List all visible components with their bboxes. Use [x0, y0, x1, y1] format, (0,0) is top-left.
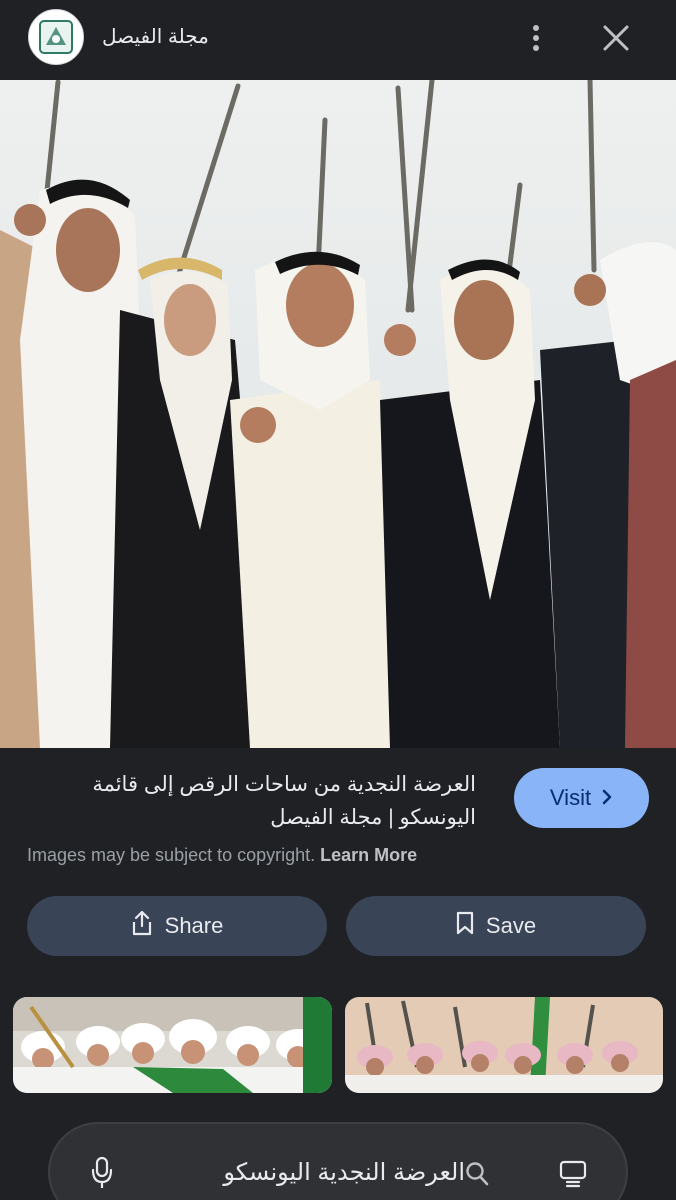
- related-image-2[interactable]: [345, 997, 663, 1093]
- visit-label: Visit: [549, 785, 592, 810]
- magazine-logo-icon[interactable]: [28, 9, 84, 65]
- lens-icon[interactable]: [555, 1154, 591, 1194]
- share-label: Share: [164, 913, 224, 938]
- copyright-text: Images may be subject to copyright.: [27, 845, 316, 865]
- top-bar: مجلة الفيصل: [0, 0, 676, 80]
- learn-more-link[interactable]: Learn More: [320, 845, 417, 865]
- mic-icon[interactable]: [82, 1150, 122, 1196]
- search-icon: [465, 1160, 491, 1188]
- save-label: Save: [485, 913, 537, 938]
- chevron-right-icon: [601, 785, 613, 811]
- related-image-1[interactable]: [13, 997, 332, 1093]
- share-icon: [131, 910, 153, 942]
- bookmark-icon: [456, 911, 474, 941]
- copyright-notice: Images may be subject to copyright. Lear…: [27, 845, 417, 866]
- share-button[interactable]: Share: [27, 896, 327, 956]
- result-title[interactable]: العرضة النجدية من ساحات الرقص إلى قائمة …: [26, 768, 476, 834]
- visit-button[interactable]: Visit: [514, 768, 649, 828]
- search-query[interactable]: العرضة النجدية اليونسكو: [180, 1158, 465, 1187]
- main-image[interactable]: [0, 80, 676, 748]
- more-vert-icon[interactable]: [516, 16, 556, 60]
- save-button[interactable]: Save: [346, 896, 646, 956]
- close-icon[interactable]: [594, 16, 638, 60]
- site-name[interactable]: مجلة الفيصل: [102, 24, 209, 49]
